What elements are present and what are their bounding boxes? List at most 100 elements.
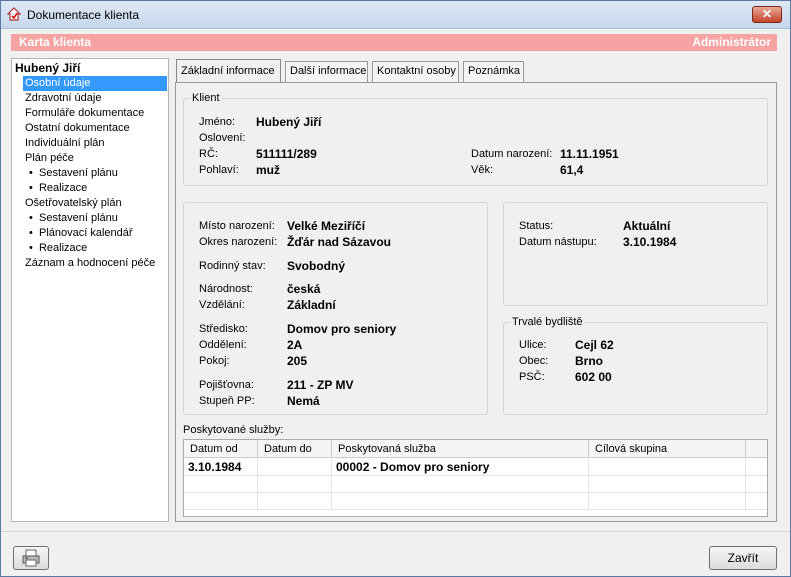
services-title: Poskytované služby: bbox=[183, 424, 284, 436]
table-header: Datum od Datum do Poskytovaná služba Cíl… bbox=[184, 440, 767, 458]
ulice-value: Cejl 62 bbox=[575, 338, 614, 352]
tree-item-planovaci-kalendar[interactable]: • Plánovací kalendář bbox=[29, 226, 133, 241]
bullet-icon: • bbox=[29, 242, 33, 254]
table-cell bbox=[332, 476, 589, 493]
table-cell bbox=[589, 476, 746, 493]
column-header[interactable]: Poskytovaná služba bbox=[332, 440, 589, 458]
table-cell bbox=[589, 493, 746, 510]
user-role: Administrátor bbox=[692, 35, 771, 49]
table-cell bbox=[258, 476, 332, 493]
bullet-icon: • bbox=[29, 167, 33, 179]
navigation-tree: Hubený Jiří Osobní údaje Zdravotní údaje… bbox=[11, 58, 169, 522]
stredisko-value: Domov pro seniory bbox=[287, 322, 397, 336]
tree-item-label: Sestavení plánu bbox=[38, 212, 118, 224]
table-cell: 00002 - Domov pro seniory bbox=[332, 459, 589, 476]
tab-dalsi-informace[interactable]: Další informace bbox=[285, 61, 368, 82]
narodnost-value: česká bbox=[287, 282, 321, 296]
column-header[interactable]: Datum do bbox=[258, 440, 332, 458]
table-row-empty bbox=[184, 493, 767, 510]
services-table[interactable]: Datum od Datum do Poskytovaná služba Cíl… bbox=[183, 439, 768, 517]
stupen-pp-label: Stupeň PP: bbox=[199, 395, 255, 407]
table-row[interactable]: 3.10.1984 00002 - Domov pro seniory bbox=[184, 459, 767, 476]
datum-nastupu-label: Datum nástupu: bbox=[519, 236, 597, 248]
stredisko-label: Středisko: bbox=[199, 323, 248, 335]
okres-narozeni-label: Okres narození: bbox=[199, 236, 278, 248]
pojistovna-value: 211 - ZP MV bbox=[287, 378, 354, 392]
misto-narozeni-label: Místo narození: bbox=[199, 220, 275, 232]
tree-item-realizace[interactable]: • Realizace bbox=[29, 181, 87, 196]
close-button[interactable]: Zavřít bbox=[709, 546, 777, 570]
client-card-title: Karta klienta bbox=[19, 35, 92, 49]
tab-poznamka[interactable]: Poznámka bbox=[463, 61, 524, 82]
tree-item-osobni-udaje[interactable]: Osobní údaje bbox=[23, 76, 167, 91]
rc-value: 511111/289 bbox=[256, 147, 317, 161]
tab-kontaktni-osoby[interactable]: Kontaktní osoby bbox=[372, 61, 459, 82]
table-cell bbox=[332, 493, 589, 510]
address-group-title: Trvalé bydliště bbox=[510, 316, 585, 328]
column-header[interactable]: Cílová skupina bbox=[589, 440, 746, 458]
oddeleni-label: Oddělení: bbox=[199, 339, 247, 351]
tree-item-sestaveni-planu-2[interactable]: • Sestavení plánu bbox=[29, 211, 118, 226]
datum-nastupu-value: 3.10.1984 bbox=[623, 235, 677, 249]
window: Dokumentace klienta ✕ Karta klienta Admi… bbox=[0, 0, 791, 577]
table-cell bbox=[589, 459, 746, 476]
tree-item-label: Sestavení plánu bbox=[38, 167, 118, 179]
rodinny-stav-label: Rodinný stav: bbox=[199, 260, 266, 272]
okres-narozeni-value: Žďár nad Sázavou bbox=[287, 235, 391, 249]
client-group-title: Klient bbox=[190, 92, 222, 104]
printer-icon bbox=[22, 549, 40, 567]
tree-item-label: Realizace bbox=[38, 242, 88, 254]
status-group bbox=[503, 202, 768, 306]
column-header[interactable]: Datum od bbox=[184, 440, 258, 458]
tree-item-formulare[interactable]: Formuláře dokumentace bbox=[25, 106, 144, 121]
tree-item-individualni-plan[interactable]: Individuální plán bbox=[25, 136, 105, 151]
app-icon bbox=[7, 7, 21, 21]
tree-item-zaznam-hodnoceni[interactable]: Záznam a hodnocení péče bbox=[25, 256, 155, 271]
print-button[interactable] bbox=[13, 546, 49, 570]
vek-label: Věk: bbox=[471, 164, 494, 176]
pokoj-value: 205 bbox=[287, 354, 308, 368]
oddeleni-value: 2A bbox=[287, 338, 303, 352]
bullet-icon: • bbox=[29, 227, 33, 239]
close-window-button[interactable]: ✕ bbox=[752, 6, 782, 23]
rc-label: RČ: bbox=[199, 148, 218, 160]
tab-zakladni-informace[interactable]: Základní informace bbox=[176, 59, 281, 82]
ulice-label: Ulice: bbox=[519, 339, 547, 351]
psc-value: 602 00 bbox=[575, 370, 612, 384]
vek-value: 61,4 bbox=[560, 163, 584, 177]
title-bar[interactable]: Dokumentace klienta ✕ bbox=[1, 1, 790, 29]
status-value: Aktuální bbox=[623, 219, 671, 233]
table-cell bbox=[184, 476, 258, 493]
table-cell bbox=[258, 493, 332, 510]
pokoj-label: Pokoj: bbox=[199, 355, 230, 367]
tree-item-ostatni-dokumentace[interactable]: Ostatní dokumentace bbox=[25, 121, 130, 136]
stupen-pp-value: Nemá bbox=[287, 394, 320, 408]
tree-client-name[interactable]: Hubený Jiří bbox=[15, 61, 80, 76]
vzdelani-value: Základní bbox=[287, 298, 336, 312]
pohlavi-value: muž bbox=[256, 163, 280, 177]
tree-item-osetrovatelsky-plan[interactable]: Ošetřovatelský plán bbox=[25, 196, 122, 211]
jmeno-label: Jméno: bbox=[199, 116, 236, 128]
bullet-icon: • bbox=[29, 212, 33, 224]
address-group: Trvalé bydliště bbox=[503, 316, 768, 415]
narodnost-label: Národnost: bbox=[199, 283, 253, 295]
osloveni-label: Oslovení: bbox=[199, 132, 246, 144]
obec-value: Brno bbox=[575, 354, 603, 368]
pohlavi-label: Pohlaví: bbox=[199, 164, 239, 176]
pojistovna-label: Pojišťovna: bbox=[199, 379, 254, 391]
table-row-empty bbox=[184, 476, 767, 493]
vzdelani-label: Vzdělání: bbox=[199, 299, 245, 311]
close-icon: ✕ bbox=[761, 7, 773, 21]
window-title: Dokumentace klienta bbox=[27, 8, 140, 22]
bottom-bar: Zavřít bbox=[1, 531, 790, 576]
status-label: Status: bbox=[519, 220, 554, 232]
tree-item-label: Plánovací kalendář bbox=[38, 227, 133, 239]
tree-item-sestaveni-planu[interactable]: • Sestavení plánu bbox=[29, 166, 118, 181]
tree-item-plan-pece[interactable]: Plán péče bbox=[25, 151, 74, 166]
tree-item-realizace-2[interactable]: • Realizace bbox=[29, 241, 87, 256]
client-card-header: Karta klienta Administrátor bbox=[11, 34, 777, 51]
datum-narozeni-value: 11.11.1951 bbox=[560, 147, 619, 161]
psc-label: PSČ: bbox=[519, 371, 545, 383]
obec-label: Obec: bbox=[519, 355, 549, 367]
tree-item-zdravotni-udaje[interactable]: Zdravotní údaje bbox=[25, 91, 101, 106]
